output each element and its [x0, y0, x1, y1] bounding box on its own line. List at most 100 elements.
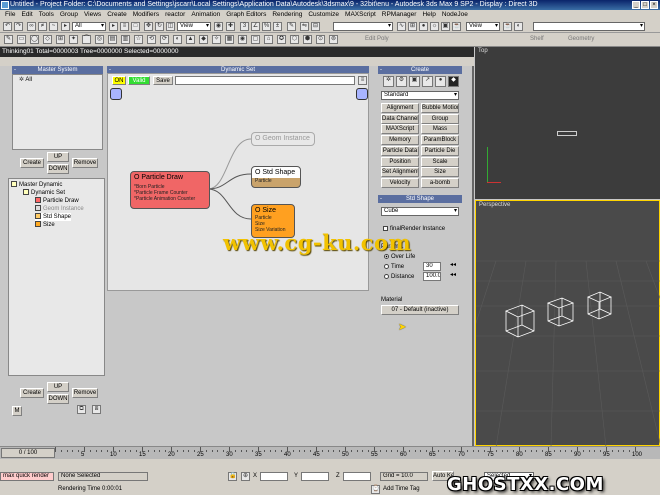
toolbar2-tool-icon[interactable]: ◯: [30, 35, 39, 44]
render-setup-icon[interactable]: ☼: [430, 22, 439, 31]
align-icon[interactable]: ⊟: [311, 22, 320, 31]
master-up-button[interactable]: UP: [47, 152, 69, 162]
set-name-field[interactable]: [175, 76, 355, 85]
menu-item-animation[interactable]: Animation: [188, 10, 223, 20]
select-by-name-icon[interactable]: ≡: [120, 22, 129, 31]
tree-down-button[interactable]: DOWN: [47, 394, 69, 404]
toolbar2-tool-icon[interactable]: ⌂: [264, 35, 273, 44]
toolbar2-tool-icon[interactable]: ▲: [186, 35, 195, 44]
create-scale-button[interactable]: Scale: [421, 156, 459, 167]
master-remove-button[interactable]: Remove: [72, 158, 98, 168]
toolbar2-tool-icon[interactable]: ◐: [173, 35, 182, 44]
paste-node-icon[interactable]: ⧈: [92, 405, 101, 414]
toolbar2-tool-icon[interactable]: ▥: [121, 35, 130, 44]
node-canvas[interactable]: ON Valid Save ≡ O Particle Draw *Born Pa…: [107, 73, 369, 291]
menu-item-nodejoe[interactable]: NodeJoe: [439, 10, 471, 20]
toolbar2-tool-icon[interactable]: ⬡: [290, 35, 299, 44]
tree-remove-button[interactable]: Remove: [72, 388, 98, 398]
x-coord-field[interactable]: [260, 472, 288, 481]
toolbar2-tool-icon[interactable]: ⊞: [56, 35, 65, 44]
lock-icon[interactable]: 🔒: [228, 472, 237, 481]
master-system-list[interactable]: ✲ All: [12, 74, 103, 150]
toolbar2-tool-icon[interactable]: ⌒: [82, 35, 91, 44]
geometry-label[interactable]: Geometry: [568, 35, 594, 44]
minimize-button[interactable]: _: [632, 1, 640, 9]
menu-item-create[interactable]: Create: [104, 10, 130, 20]
toolbar2-tool-icon[interactable]: ☆: [134, 35, 143, 44]
save-button[interactable]: Save: [153, 76, 173, 85]
tree-item-particle-draw[interactable]: Particle Draw: [35, 197, 79, 205]
create-maxscript-button[interactable]: MAXScript: [381, 124, 419, 135]
create-memory-button[interactable]: Memory: [381, 135, 419, 146]
snap-3d-icon[interactable]: 3: [240, 22, 249, 31]
shelf-label[interactable]: Shelf: [530, 35, 544, 44]
toolbar2-tool-icon[interactable]: ⟲: [147, 35, 156, 44]
tree-item-master-dynamic[interactable]: Master Dynamic: [11, 181, 62, 189]
render-active-icon[interactable]: ◐: [514, 22, 523, 31]
toolbar2-tool-icon[interactable]: ✪: [277, 35, 286, 44]
angle-snap-icon[interactable]: ∠: [251, 22, 260, 31]
menu-item-views[interactable]: Views: [81, 10, 104, 20]
absolute-mode-icon[interactable]: ⊕: [241, 472, 250, 481]
create-panel-header[interactable]: - Create: [378, 66, 462, 74]
toolbar2-tool-icon[interactable]: ⟳: [160, 35, 169, 44]
time-radio[interactable]: Time: [384, 263, 404, 271]
timeline[interactable]: 0 / 100 5 10 15 20 25 30 35 40 45 50 55 60 65 70 75 80 8…: [0, 446, 660, 459]
menu-item-rpmanager[interactable]: RPManager: [379, 10, 420, 20]
pivot-icon[interactable]: ◉: [214, 22, 223, 31]
perspective-viewport[interactable]: Perspective: [475, 200, 660, 447]
named-selection-sets-combo[interactable]: [333, 22, 393, 31]
manipulate-icon[interactable]: ✚: [226, 22, 235, 31]
create-size-button[interactable]: Size: [421, 167, 459, 178]
geom-instance-node[interactable]: O Geom Instance: [251, 132, 315, 146]
master-down-button[interactable]: DOWN: [47, 164, 69, 174]
reference-coord-combo[interactable]: View: [177, 22, 211, 31]
named-selection-icon[interactable]: ✎: [287, 22, 296, 31]
menu-item-group[interactable]: Group: [57, 10, 81, 20]
shape-combo[interactable]: Cube: [381, 207, 459, 216]
add-time-tag-button[interactable]: Add Time Tag: [383, 485, 420, 494]
z-coord-field[interactable]: [343, 472, 371, 481]
master-create-button[interactable]: Create: [20, 158, 44, 168]
std-shape-panel-header[interactable]: - Std Shape: [378, 195, 462, 203]
tree-create-button[interactable]: Create: [20, 388, 44, 398]
spinner-icon[interactable]: ◂◂: [450, 261, 456, 270]
create-velocity-button[interactable]: Velocity: [381, 177, 419, 188]
maxscript-listener[interactable]: max quick render: [0, 472, 54, 481]
spinner-icon[interactable]: ◂◂: [450, 271, 456, 280]
create-alignment-button[interactable]: Alignment: [381, 103, 419, 113]
on-toggle[interactable]: ON: [112, 76, 126, 85]
tree-up-button[interactable]: UP: [47, 382, 69, 392]
time-slider[interactable]: 0 / 100: [1, 448, 55, 458]
std-shape-node[interactable]: O Std Shape Particle: [251, 166, 301, 188]
menu-item-modifiers[interactable]: Modifiers: [130, 10, 162, 20]
tree-item-dynamic-set[interactable]: Dynamic Set: [23, 189, 65, 197]
region-select-icon[interactable]: □: [131, 22, 140, 31]
toolbar2-tool-icon[interactable]: ✦: [69, 35, 78, 44]
edit-poly-label[interactable]: Edit Poly: [365, 35, 389, 44]
curve-editor-icon[interactable]: ∿: [397, 22, 406, 31]
dark-box-icon[interactable]: ◆: [448, 76, 459, 87]
gears-icon[interactable]: ✲: [383, 76, 394, 87]
material-button[interactable]: 07 - Default (inactive): [381, 305, 459, 315]
select-object-icon[interactable]: ▸: [109, 22, 118, 31]
category-combo[interactable]: Standard: [381, 91, 459, 100]
create-bubble-motion-button[interactable]: Bubble Motion: [421, 103, 459, 113]
render-view-combo[interactable]: View: [466, 22, 500, 31]
create-mass-button[interactable]: Mass: [421, 124, 459, 135]
create-group-button[interactable]: Group: [421, 113, 459, 124]
percent-snap-icon[interactable]: %: [262, 22, 271, 31]
master-root-item[interactable]: ✲ All: [19, 76, 32, 84]
toolbar2-tool-icon[interactable]: ◎: [95, 35, 104, 44]
render-icon[interactable]: ☕: [503, 22, 512, 31]
menu-item-file[interactable]: File: [2, 10, 18, 20]
output-port[interactable]: [356, 88, 368, 100]
create-set-alignment-button[interactable]: Set Alignment: [381, 167, 419, 178]
quick-render-icon[interactable]: ☕: [452, 22, 461, 31]
maximize-button[interactable]: □: [641, 1, 649, 9]
material-editor-icon[interactable]: ●: [419, 22, 428, 31]
toolbar2-tool-icon[interactable]: ◉: [238, 35, 247, 44]
copy-node-icon[interactable]: ⧉: [77, 405, 86, 414]
particle-draw-node[interactable]: O Particle Draw *Born Particle *Particle…: [130, 171, 210, 209]
distance-field[interactable]: 100.0: [423, 272, 441, 281]
